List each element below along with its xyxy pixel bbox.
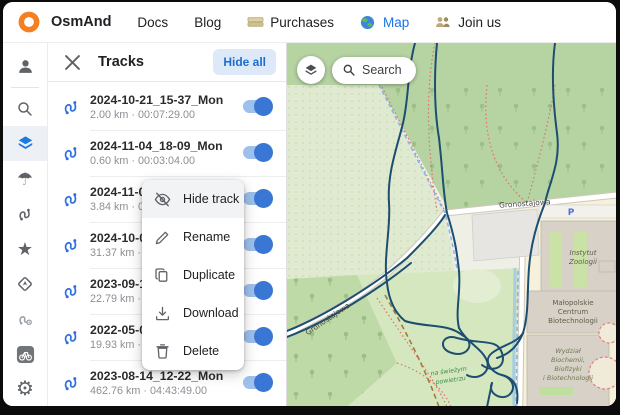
building-label: Biofizyki [554,365,581,373]
osmand-logo-icon[interactable] [17,10,41,34]
track-icon [60,373,82,393]
download-icon [154,305,171,322]
sidebar-item-plan-route[interactable] [3,302,47,337]
building-label: Centrum [558,308,589,316]
track-name: 2024-11-04_18-09_Mon [90,139,231,153]
building-label: Biochemii, [551,356,585,364]
navigation-icon [16,275,34,293]
trash-icon [154,343,171,360]
track-context-menu: Hide track Rename Duplicate Download [142,180,244,370]
track-visibility-toggle[interactable] [243,330,272,343]
nav-purchases[interactable]: Purchases [247,15,334,30]
sidebar-item-account[interactable] [3,49,47,84]
sidebar-item-settings[interactable]: ⚙ [3,372,47,406]
nav-docs[interactable]: Docs [137,15,168,30]
menu-item-hide-track[interactable]: Hide track [142,180,244,218]
building-label: Instytut [570,249,597,257]
nav-blog[interactable]: Blog [194,15,221,30]
browser-window: OsmAnd Docs Blog Purchases [3,2,616,406]
nav-join-us[interactable]: Join us [435,15,501,30]
track-icon [60,281,82,301]
track-visibility-toggle[interactable] [243,376,272,389]
track-visibility-toggle[interactable] [243,284,272,297]
building-label: Biotechnologii [548,317,598,325]
copy-icon [154,267,171,284]
eye-off-icon [154,191,171,208]
track-icon [60,97,82,117]
track-visibility-toggle[interactable] [243,192,272,205]
sidebar-item-tracks[interactable] [3,196,47,231]
sidebar-item-travel[interactable] [3,337,47,372]
map-search-button[interactable]: Search [332,57,416,84]
track-icon [60,143,82,163]
track-name: 2024-10-21_15-37_Mon [90,93,231,107]
track-row[interactable]: 2024-11-04_18-09_Mon 0.60 km · 00:03:04.… [48,130,286,176]
search-icon [342,63,356,77]
plan-route-icon [16,310,34,328]
tracks-icon [16,205,34,223]
building-label: i Biotechnologii [543,374,593,382]
travel-bike-icon [16,345,35,364]
building-label: Zoologii [568,258,597,266]
track-visibility-toggle[interactable] [243,238,272,251]
sidebar-divider [11,87,39,88]
track-visibility-toggle[interactable] [243,146,272,159]
weather-icon: ☂ [17,170,33,188]
top-navigation-bar: OsmAnd Docs Blog Purchases [3,2,616,43]
favorites-icon: ★ [17,240,33,258]
hide-all-button[interactable]: Hide all [213,49,276,75]
close-icon [65,55,80,70]
tracks-panel-header: Tracks Hide all [48,43,286,82]
map-layers-button[interactable] [297,56,325,84]
panel-title: Tracks [98,54,213,70]
map-controls: Search [297,56,416,84]
sidebar-item-navigation[interactable] [3,267,47,302]
nav-map[interactable]: Map [360,15,409,30]
parking-label: P [568,208,575,218]
sidebar-item-favorites[interactable]: ★ [3,232,47,267]
menu-item-download[interactable]: Download [142,294,244,332]
sidebar-item-weather[interactable]: ☂ [3,161,47,196]
menu-item-delete[interactable]: Delete [142,332,244,370]
account-icon [16,57,35,76]
building-label: Małopolskie [552,299,593,307]
settings-gear-icon: ⚙ [16,379,34,399]
building-label: Wydział [555,347,582,355]
sidebar-item-search[interactable] [3,91,47,126]
sidebar-item-layers[interactable] [3,126,47,161]
menu-item-rename[interactable]: Rename [142,218,244,256]
layers-icon [16,134,35,153]
track-visibility-toggle[interactable] [243,100,272,113]
track-icon [60,235,82,255]
main-nav: Docs Blog Purchases [137,15,501,30]
track-details: 2.00 km · 00:07:29.00 [90,109,231,121]
map-canvas: Gronostajowa Gronostajowa P Instytut Zoo… [287,43,616,406]
map-area[interactable]: Gronostajowa Gronostajowa P Instytut Zoo… [287,43,616,406]
track-row[interactable]: 2024-10-21_15-37_Mon 2.00 km · 00:07:29.… [48,84,286,130]
close-panel-button[interactable] [62,52,82,72]
menu-item-duplicate[interactable]: Duplicate [142,256,244,294]
brand-name[interactable]: OsmAnd [51,14,111,30]
layers-icon [303,62,319,78]
pencil-icon [154,229,171,246]
globe-icon [360,15,377,30]
track-details: 462.76 km · 04:43:49.00 [90,385,231,397]
icon-sidebar: ☂ ★ [3,43,48,406]
track-name: 2023-08-14_12-22_Mon [90,369,231,383]
track-icon [60,189,82,209]
track-icon [60,327,82,347]
banknotes-icon [247,15,264,30]
people-icon [435,15,452,30]
search-icon [16,100,34,118]
track-details: 0.60 km · 00:03:04.00 [90,155,231,167]
